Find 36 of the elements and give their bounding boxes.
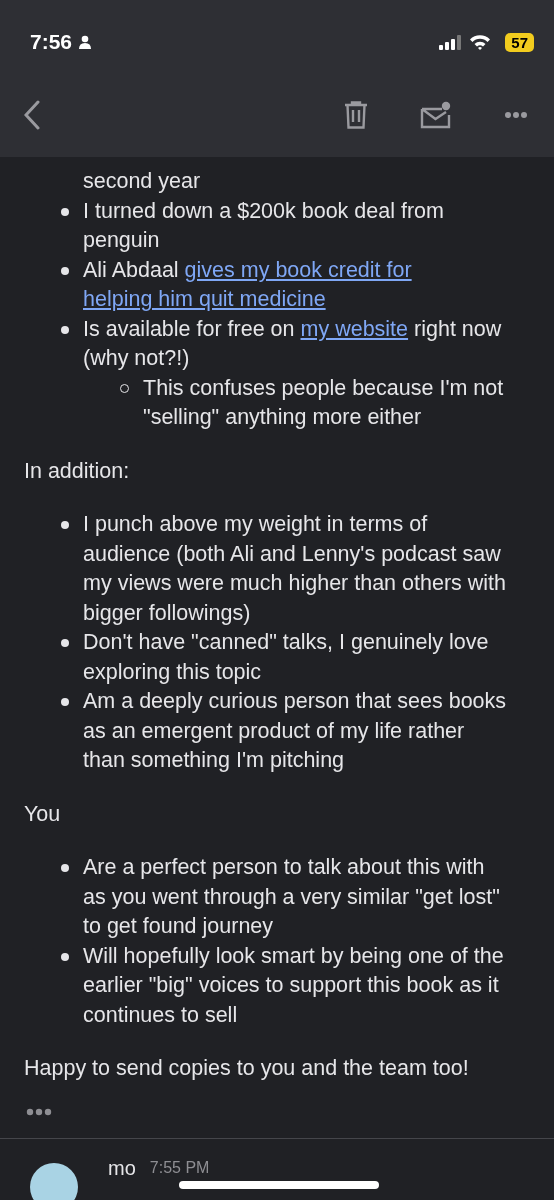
message-time: 7:55 PM bbox=[149, 1158, 210, 1177]
battery-level: 57 bbox=[505, 32, 534, 52]
sender-name: mo bbox=[108, 1156, 136, 1180]
more-icon[interactable] bbox=[504, 111, 528, 119]
paragraph: Happy to send copies to you and the team too! bbox=[24, 1055, 470, 1082]
list-item-text: This confuses people because I'm not "selling" anything more either bbox=[143, 374, 505, 431]
bullet-icon bbox=[61, 521, 69, 529]
bullet-icon bbox=[61, 952, 69, 961]
list-item-text: Don't have "canned" talks, I genuinely love exploring this topic bbox=[83, 629, 490, 686]
more-icon[interactable] bbox=[26, 1107, 52, 1116]
bullet-icon bbox=[61, 639, 69, 647]
mail-icon[interactable] bbox=[420, 101, 452, 129]
bullet-icon bbox=[61, 864, 69, 872]
list-item-text: second year bbox=[83, 168, 201, 195]
wifi-icon bbox=[469, 34, 492, 50]
bullet-icon bbox=[61, 698, 69, 706]
back-icon[interactable] bbox=[24, 100, 40, 130]
person-icon bbox=[78, 35, 93, 49]
paragraph: You bbox=[24, 800, 62, 828]
link[interactable]: gives my book credit for bbox=[184, 257, 412, 282]
bullet-icon bbox=[61, 325, 69, 334]
list-item-text: Is available for free on my website right now (why not?!) bbox=[83, 315, 503, 372]
bullet-icon bbox=[61, 266, 69, 275]
list-item-text: Will hopefully look smart by being one of the earlier "big" voices to support this book as it continues to sell bbox=[83, 942, 505, 1029]
link[interactable]: helping him quit medicine bbox=[83, 287, 326, 311]
list-item-text: I turned down a $200k book deal from penguin bbox=[83, 197, 445, 254]
bullet-icon bbox=[61, 207, 69, 216]
signal-icon bbox=[439, 34, 464, 50]
list-item-text: Am a deeply curious person that sees books as an emergent product of my life rather than something I'm pitching bbox=[83, 688, 508, 774]
paragraph: In addition: bbox=[24, 457, 131, 485]
trash-icon[interactable] bbox=[344, 101, 368, 129]
list-item-text: Are a perfect person to talk about this with as you went through a very similar "get lost" to get found journey bbox=[83, 854, 501, 940]
link[interactable]: my website bbox=[300, 316, 409, 341]
clock-time: 7:56 bbox=[30, 30, 73, 54]
list-item-text: I punch above my weight in terms of audience (both Ali and Lenny's podcast saw my views were much higher than others with bigger followings) bbox=[83, 511, 507, 627]
avatar bbox=[30, 1162, 78, 1200]
